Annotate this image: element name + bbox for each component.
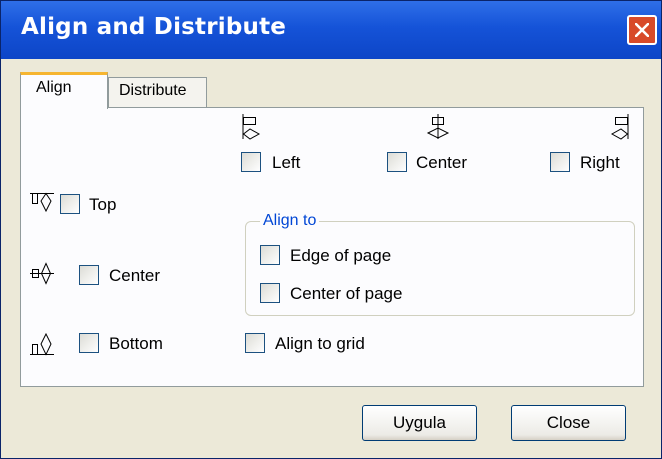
align-horizontal-center-icon <box>426 114 450 139</box>
tab-align[interactable]: Align <box>20 72 108 109</box>
close-icon <box>635 23 649 37</box>
align-right-checkbox[interactable] <box>550 152 570 172</box>
align-to-legend: Align to <box>260 212 320 230</box>
dialog-title: Align and Distribute <box>21 14 287 40</box>
align-vertical-center-checkbox[interactable] <box>79 265 99 285</box>
align-bottom-label: Bottom <box>109 334 163 353</box>
dialog-window: Align and Distribute Align Distribute Le… <box>0 0 662 459</box>
align-vertical-center-label: Center <box>109 266 161 285</box>
center-of-page-checkbox[interactable] <box>260 283 280 303</box>
align-horizontal-center-checkbox[interactable] <box>387 152 407 172</box>
edge-of-page-checkbox[interactable] <box>260 245 280 265</box>
align-top-label: Top <box>89 195 117 214</box>
tab-distribute[interactable]: Distribute <box>108 77 207 107</box>
align-top-icon <box>30 192 54 213</box>
align-bottom-checkbox[interactable] <box>79 333 99 353</box>
apply-button[interactable]: Uygula <box>362 405 477 441</box>
align-top-checkbox[interactable] <box>60 194 80 214</box>
close-window-button[interactable] <box>627 15 657 45</box>
align-right-icon <box>610 114 629 140</box>
center-of-page-label: Center of page <box>290 284 403 303</box>
align-right-label: Right <box>580 153 620 172</box>
align-bottom-icon <box>30 332 54 356</box>
edge-of-page-label: Edge of page <box>290 246 392 265</box>
close-button[interactable]: Close <box>511 405 626 441</box>
align-to-grid-label: Align to grid <box>275 334 365 353</box>
align-tab-panel: Left Center Right Top Center Bottom Alig… <box>20 107 644 387</box>
title-bar[interactable]: Align and Distribute <box>1 1 661 59</box>
align-left-label: Left <box>272 153 301 172</box>
align-left-icon <box>242 114 261 140</box>
align-to-grid-checkbox[interactable] <box>245 333 265 353</box>
align-left-checkbox[interactable] <box>241 152 261 172</box>
align-vertical-center-icon <box>30 262 54 285</box>
align-horizontal-center-label: Center <box>416 153 468 172</box>
